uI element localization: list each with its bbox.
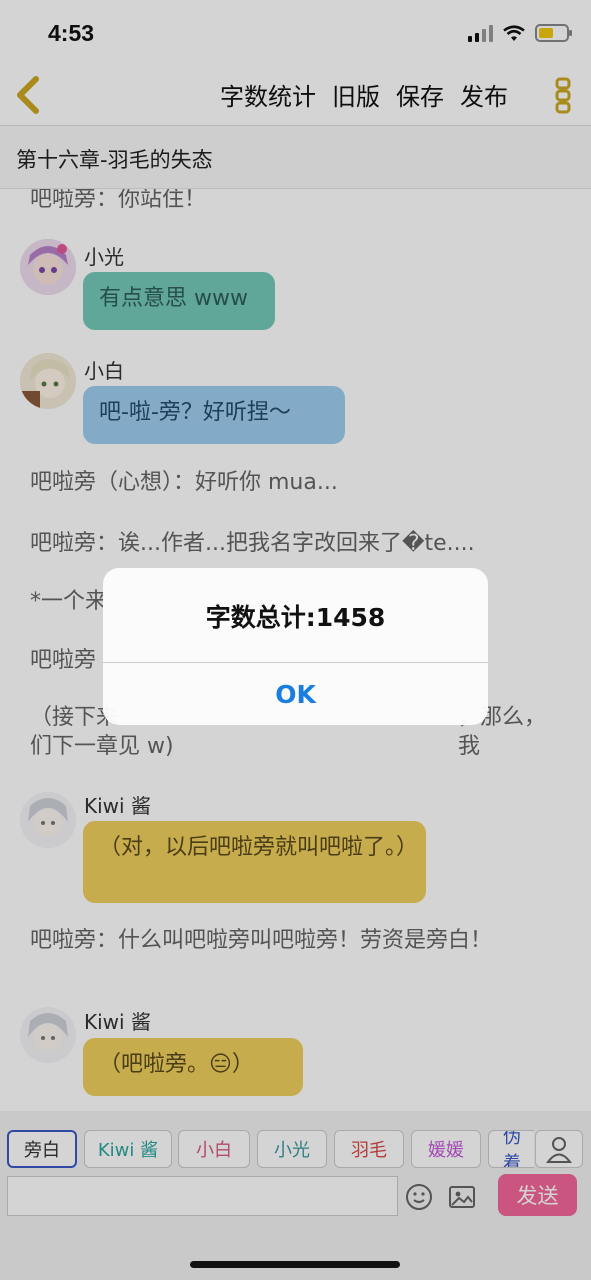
alert-title: 字数总计:1458 — [205, 603, 386, 632]
home-indicator[interactable] — [190, 1261, 400, 1268]
alert-ok-button[interactable]: OK — [103, 663, 488, 725]
word-count-alert: 字数总计:1458 OK — [103, 568, 488, 725]
